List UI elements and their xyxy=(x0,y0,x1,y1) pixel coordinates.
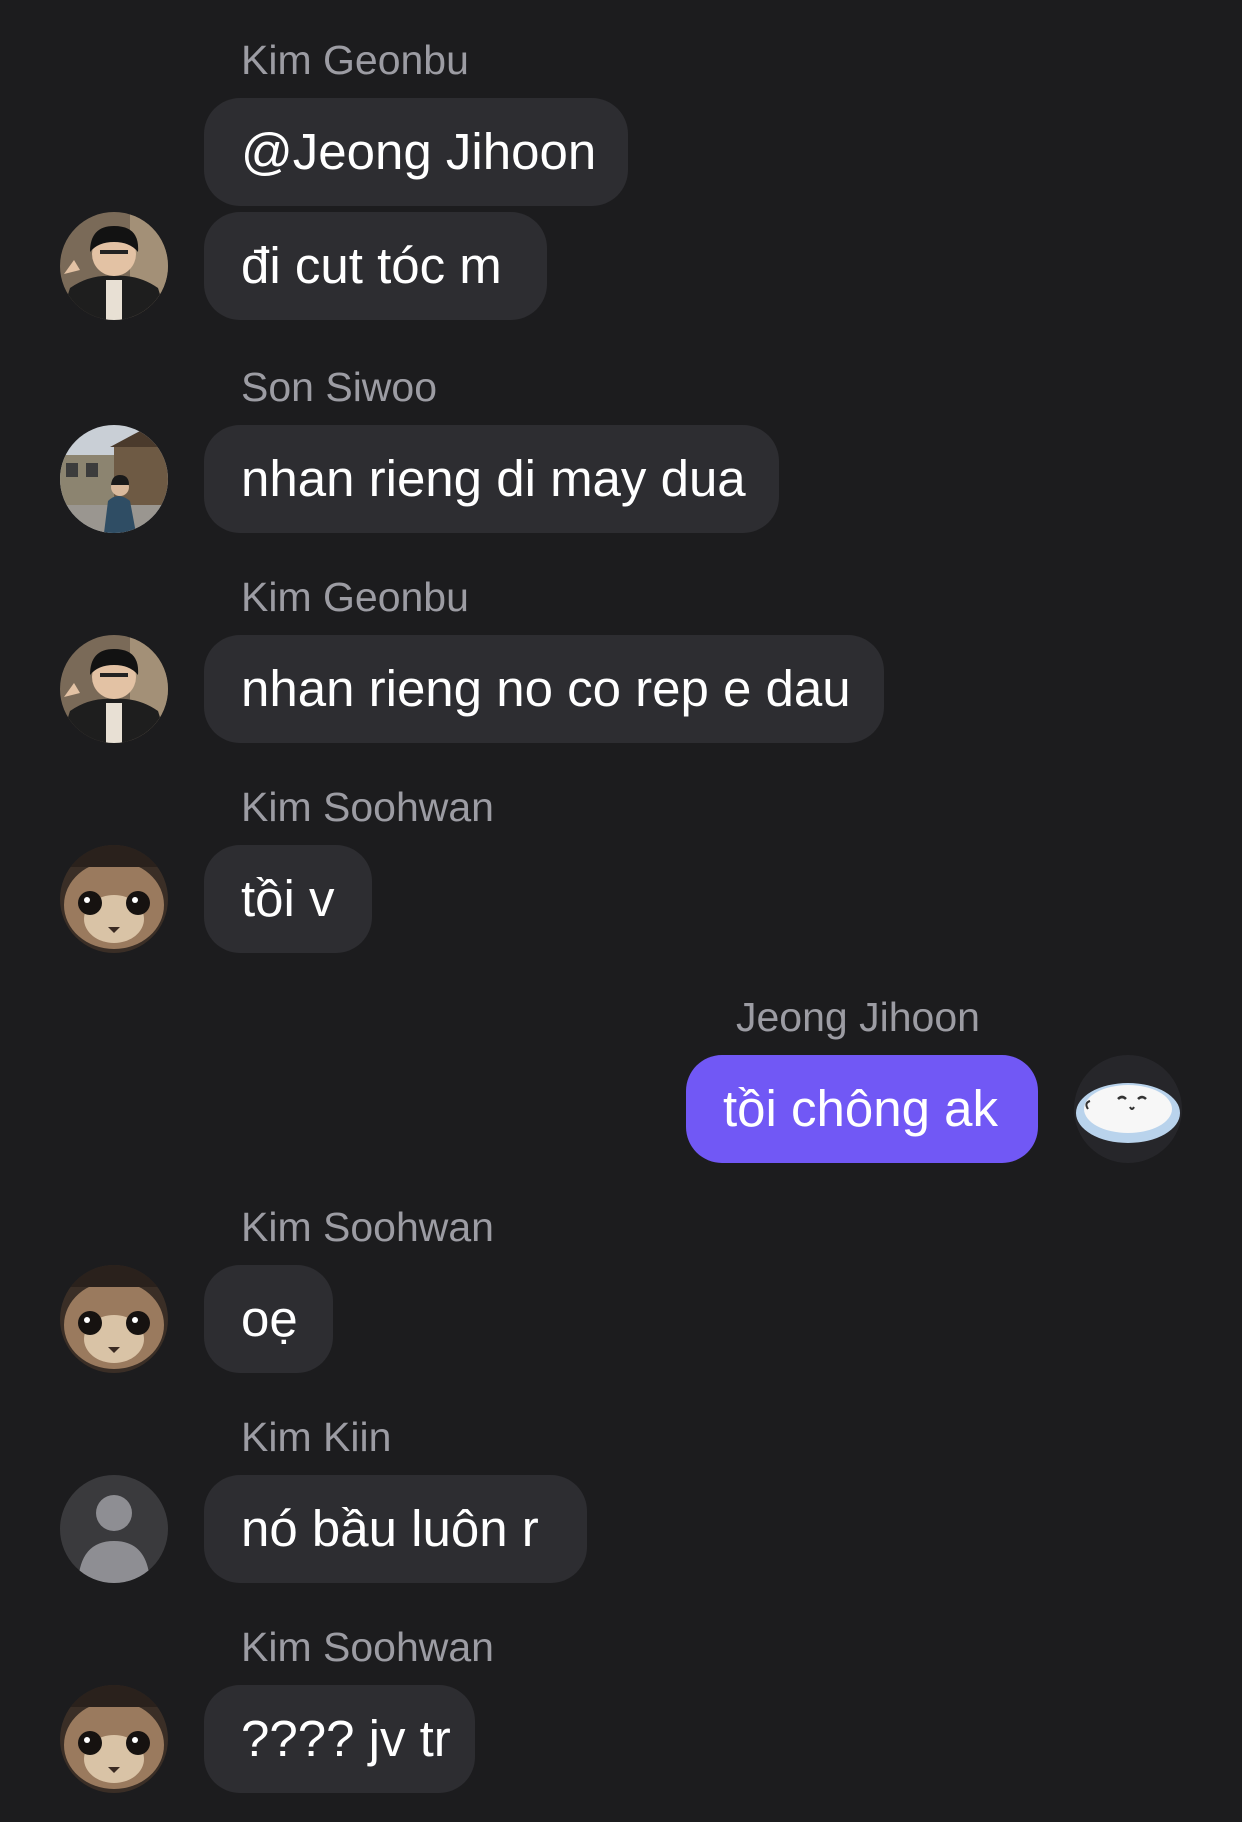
default-user-avatar[interactable] xyxy=(60,1475,168,1583)
message-bubble[interactable]: nhan rieng di may dua xyxy=(204,425,779,533)
cat-face-icon xyxy=(60,1685,168,1793)
message-bubble[interactable]: nhan rieng no co rep e dau xyxy=(204,635,884,743)
default-user-icon xyxy=(60,1475,168,1583)
cat-face-avatar[interactable] xyxy=(60,1265,168,1373)
sender-name: Kim Geonbu xyxy=(241,574,469,620)
sender-name: Kim Geonbu xyxy=(241,37,469,83)
cat-face-icon xyxy=(60,845,168,953)
sender-name: Kim Soohwan xyxy=(241,784,494,830)
own-message-bubble[interactable]: tồi chông ak xyxy=(686,1055,1038,1163)
message-bubble[interactable]: tồi v xyxy=(204,845,372,953)
sender-name: Kim Soohwan xyxy=(241,1204,494,1250)
sender-name: Jeong Jihoon xyxy=(736,994,980,1040)
sender-name: Son Siwoo xyxy=(241,364,438,410)
message-bubble[interactable]: nó bầu luôn r xyxy=(204,1475,587,1583)
message-bubble[interactable]: đi cut tóc m xyxy=(204,212,547,320)
sender-name: Kim Soohwan xyxy=(241,1624,494,1670)
message-bubble[interactable]: @Jeong Jihoon xyxy=(204,98,628,206)
person-dark-jacket-icon xyxy=(60,212,168,320)
cat-face-avatar[interactable] xyxy=(60,1685,168,1793)
sleeping-blob-avatar[interactable] xyxy=(1074,1055,1182,1163)
message-bubble[interactable]: ???? jv tr xyxy=(204,1685,475,1793)
sleeping-blob-icon xyxy=(1074,1055,1182,1163)
person-dark-jacket-avatar[interactable] xyxy=(60,635,168,743)
cat-face-icon xyxy=(60,1265,168,1373)
sender-name: Kim Kiin xyxy=(241,1414,392,1460)
cat-face-avatar[interactable] xyxy=(60,845,168,953)
message-bubble[interactable]: oẹ xyxy=(204,1265,333,1373)
person-street-photo-avatar[interactable] xyxy=(60,425,168,533)
street-photo-icon xyxy=(60,425,168,533)
person-dark-jacket-avatar[interactable] xyxy=(60,212,168,320)
person-dark-jacket-icon xyxy=(60,635,168,743)
